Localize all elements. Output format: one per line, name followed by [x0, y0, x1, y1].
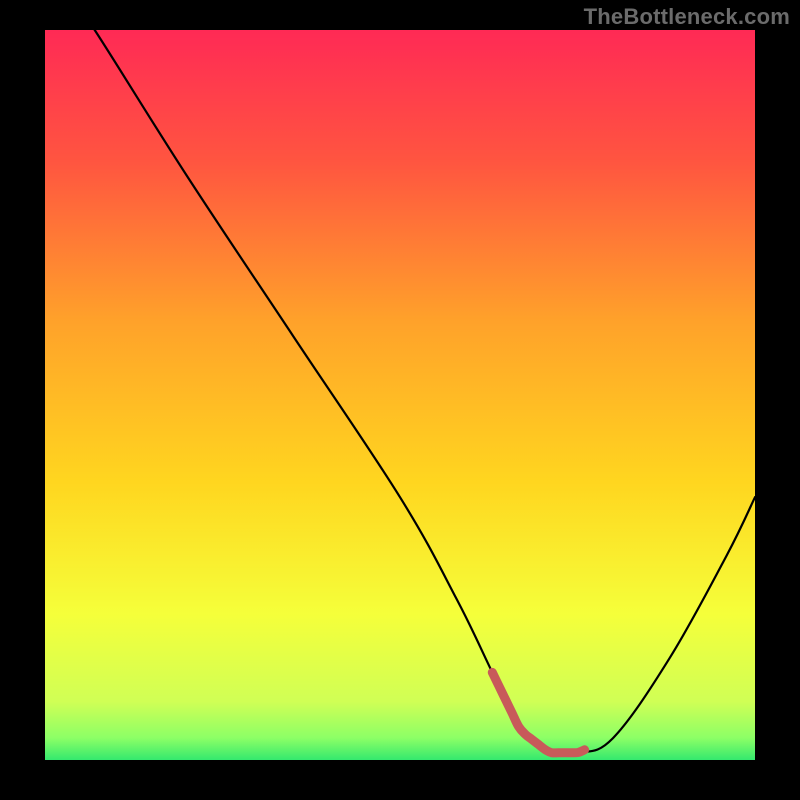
chart-frame: TheBottleneck.com: [0, 0, 800, 800]
plot-background: [45, 30, 755, 760]
bottleneck-chart: [0, 0, 800, 800]
